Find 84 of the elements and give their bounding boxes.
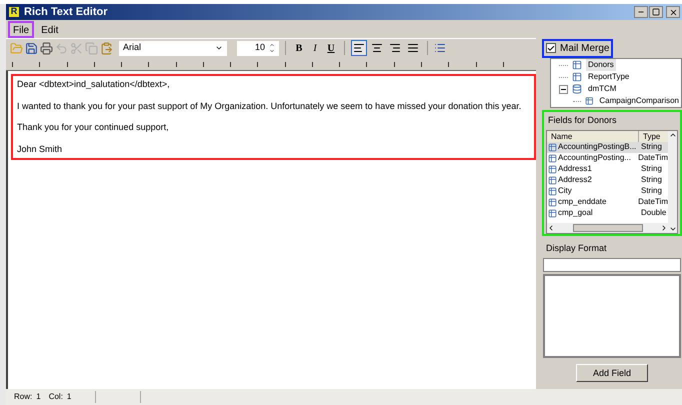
letter-paragraph: John Smith: [17, 142, 64, 156]
field-icon: [548, 198, 557, 206]
font-size-field[interactable]: 10: [237, 40, 279, 56]
table-cell-text: Address2: [558, 174, 593, 186]
spin-up-icon[interactable]: [269, 42, 275, 48]
bold-button[interactable]: B: [292, 40, 306, 56]
scroll-left-icon[interactable]: [547, 224, 555, 232]
editor-area[interactable]: [6, 71, 536, 389]
underline-button[interactable]: U: [324, 40, 338, 56]
field-icon: [548, 186, 557, 196]
field-icon: [548, 154, 557, 162]
table-cell-text: cmp_enddate: [558, 196, 608, 208]
mail-merge-checkbox[interactable]: Mail Merge: [542, 38, 614, 58]
table-cell-text: City: [558, 185, 573, 197]
font-dropdown[interactable]: Arial: [119, 40, 227, 56]
status-label: Row:: [14, 391, 32, 403]
status-value: 1: [66, 391, 72, 403]
table-cell-text: String: [640, 174, 663, 186]
table-cell-text: cmp_goal: [558, 207, 594, 219]
field-icon: [548, 208, 557, 218]
vertical-scrollbar[interactable]: [668, 130, 677, 233]
add-field-button[interactable]: Add Field: [576, 364, 648, 382]
scroll-right-icon[interactable]: [660, 224, 668, 232]
maximize-button[interactable]: [649, 6, 663, 18]
horizontal-scrollbar[interactable]: [547, 223, 668, 233]
field-row[interactable]: cmp_goal Double: [547, 208, 668, 218]
spin-down-icon[interactable]: [269, 48, 275, 54]
maximize-icon: [652, 8, 660, 16]
checkbox[interactable]: [546, 43, 556, 53]
close-icon: [668, 8, 678, 16]
minimize-button[interactable]: [634, 6, 648, 18]
field-icon: [548, 142, 557, 152]
panel-title: Fields for Donors: [547, 114, 618, 127]
status-value: 1: [36, 391, 41, 403]
display-format-field[interactable]: [543, 258, 681, 272]
letter-paragraph: I wanted to thank you for your past support of My Organization. Unfortunately we seem to have missed your donation this year.: [17, 100, 522, 113]
check-icon: [547, 44, 555, 52]
field-row[interactable]: cmp_enddate DateTim: [547, 196, 668, 208]
table-cell-text: AccountingPosting...: [558, 152, 632, 164]
table-cell-text: String: [640, 163, 663, 175]
table-cell-text: DateTim: [637, 152, 668, 164]
table-cell-text: String: [640, 185, 663, 197]
align-left-icon: [353, 42, 365, 54]
field-icon: [548, 176, 557, 184]
align-center-icon: [371, 42, 383, 54]
table-cell-text: String: [640, 141, 663, 153]
field-row[interactable]: Address2 String: [547, 174, 668, 186]
table-icon: [572, 72, 582, 82]
field-label: Display Format: [545, 242, 608, 255]
table-cell-text: DateTim: [637, 196, 668, 208]
table-cell-text: Double: [640, 207, 668, 219]
scroll-down-icon[interactable]: [668, 225, 676, 233]
field-row[interactable]: Address1 String: [547, 164, 668, 174]
letter-paragraph: Thank you for your continued support,: [17, 121, 170, 134]
table-cell-text: AccountingPostingB...: [558, 141, 638, 153]
tree-item[interactable]: Donors: [586, 59, 616, 71]
align-left-button[interactable]: [351, 40, 367, 56]
collapse-icon[interactable]: [559, 84, 568, 94]
print-icon[interactable]: [40, 42, 53, 54]
tree-item[interactable]: dmTCM: [586, 83, 618, 95]
table-cell-text: Address1: [558, 163, 593, 175]
tree-item[interactable]: ReportType: [586, 71, 632, 83]
letter-paragraph: Dear <dbtext>ind_salutation</dbtext>,: [17, 78, 171, 91]
italic-button[interactable]: I: [308, 40, 322, 56]
align-right-icon: [389, 42, 401, 54]
align-justify-icon: [407, 42, 419, 54]
table-icon: [572, 60, 582, 70]
column-header[interactable]: Type: [639, 130, 668, 142]
scrollbar-thumb[interactable]: [572, 224, 642, 232]
menu-item[interactable]: Edit: [36, 20, 64, 38]
app-logo: R: [8, 6, 20, 18]
tree-item[interactable]: CampaignComparison: [597, 95, 681, 107]
database-icon: [572, 84, 582, 94]
field-row[interactable]: City String: [547, 186, 668, 196]
status-label: Col:: [48, 391, 63, 403]
table-icon: [584, 96, 594, 106]
format-preview-area[interactable]: [543, 274, 681, 358]
window-title: Rich Text Editor: [24, 4, 108, 20]
close-button[interactable]: [666, 6, 680, 18]
field-row[interactable]: AccountingPostingB... String: [547, 142, 668, 152]
save-icon[interactable]: [25, 42, 38, 54]
field-row[interactable]: AccountingPosting... DateTim: [547, 152, 668, 164]
menu-item[interactable]: File: [8, 20, 34, 38]
field-icon: [548, 164, 557, 174]
